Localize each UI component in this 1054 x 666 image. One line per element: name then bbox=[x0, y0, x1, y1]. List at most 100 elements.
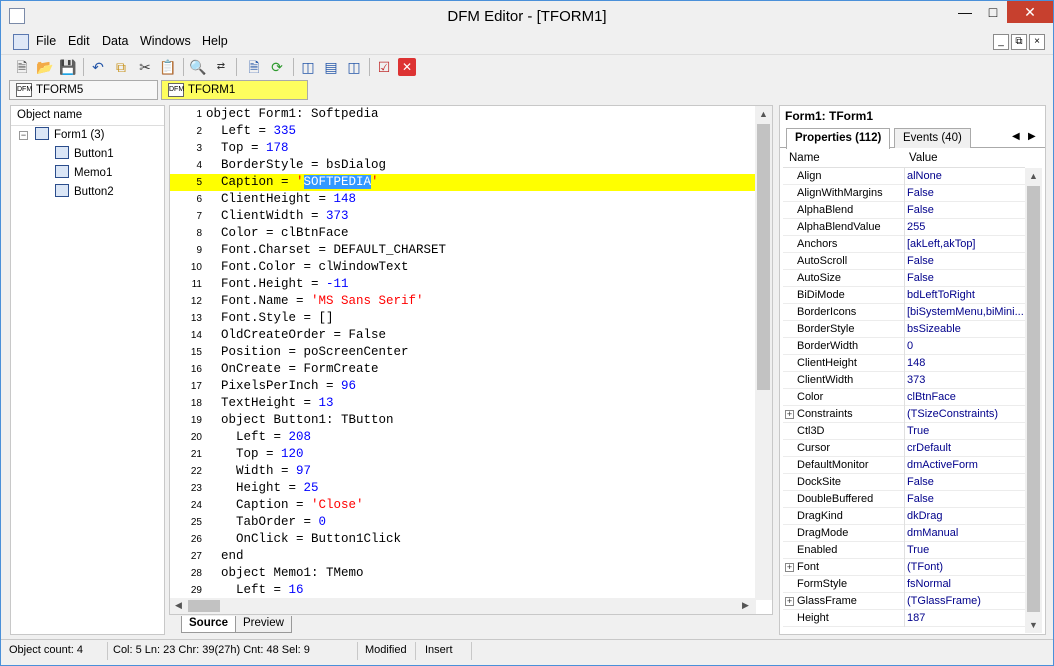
code-line[interactable]: 9 Font.Charset = DEFAULT_CHARSET bbox=[170, 242, 756, 259]
code-line[interactable]: 3 Top = 178 bbox=[170, 140, 756, 157]
code-line[interactable]: 20 Left = 208 bbox=[170, 429, 756, 446]
property-value[interactable]: 373 bbox=[907, 372, 1023, 389]
property-row[interactable]: BiDiMode bdLeftToRight bbox=[783, 287, 1025, 304]
menu-file[interactable]: File bbox=[36, 34, 56, 48]
scroll-thumb[interactable] bbox=[757, 124, 770, 390]
code-line[interactable]: 16 OnCreate = FormCreate bbox=[170, 361, 756, 378]
undo-icon[interactable]: ↶ bbox=[89, 58, 107, 76]
save-icon[interactable]: 💾 bbox=[59, 58, 77, 76]
mdi-child-icon[interactable] bbox=[13, 34, 29, 50]
open-icon[interactable]: 📂 bbox=[36, 58, 54, 76]
property-row[interactable]: AutoSize False bbox=[783, 270, 1025, 287]
preview-icon[interactable]: 🗎 bbox=[245, 58, 263, 76]
close-icon[interactable]: ✕ bbox=[1007, 1, 1053, 23]
property-value[interactable]: [biSystemMenu,biMini... bbox=[907, 304, 1023, 321]
property-value[interactable]: dkDrag bbox=[907, 508, 1023, 525]
code-line[interactable]: 17 PixelsPerInch = 96 bbox=[170, 378, 756, 395]
scroll-thumb[interactable] bbox=[188, 600, 220, 612]
code-line[interactable]: 24 Caption = 'Close' bbox=[170, 497, 756, 514]
property-row[interactable]: Height 187 bbox=[783, 610, 1025, 627]
property-value[interactable]: False bbox=[907, 185, 1023, 202]
property-value[interactable]: False bbox=[907, 270, 1023, 287]
scroll-up-icon[interactable]: ▲ bbox=[1029, 171, 1038, 181]
code-line[interactable]: 2 Left = 335 bbox=[170, 123, 756, 140]
replace-icon[interactable]: ⇄ bbox=[212, 58, 230, 76]
code-line[interactable]: 13 Font.Style = [] bbox=[170, 310, 756, 327]
property-row[interactable]: Anchors [akLeft,akTop] bbox=[783, 236, 1025, 253]
property-value[interactable]: dmManual bbox=[907, 525, 1023, 542]
property-value[interactable]: True bbox=[907, 423, 1023, 440]
cascade-icon[interactable]: ◫ bbox=[299, 58, 317, 76]
tree-item-button2[interactable]: Button2 bbox=[55, 183, 114, 202]
property-value[interactable]: False bbox=[907, 253, 1023, 270]
property-row[interactable]: + Constraints (TSizeConstraints) bbox=[783, 406, 1025, 423]
tab-source[interactable]: Source bbox=[181, 616, 236, 633]
property-row[interactable]: Color clBtnFace bbox=[783, 389, 1025, 406]
property-row[interactable]: Align alNone bbox=[783, 168, 1025, 185]
property-row[interactable]: FormStyle fsNormal bbox=[783, 576, 1025, 593]
code-line[interactable]: 4 BorderStyle = bsDialog bbox=[170, 157, 756, 174]
property-row[interactable]: ClientHeight 148 bbox=[783, 355, 1025, 372]
property-value[interactable]: crDefault bbox=[907, 440, 1023, 457]
doc-tab-tform1[interactable]: DFM TFORM1 bbox=[161, 80, 308, 100]
menu-data[interactable]: Data bbox=[102, 34, 128, 48]
editor-horizontal-scrollbar[interactable]: ◀ ▶ bbox=[170, 598, 756, 614]
code-line[interactable]: 23 Height = 25 bbox=[170, 480, 756, 497]
property-row[interactable]: Cursor crDefault bbox=[783, 440, 1025, 457]
property-value[interactable]: 255 bbox=[907, 219, 1023, 236]
tab-properties[interactable]: Properties (112) bbox=[786, 128, 891, 149]
code-line[interactable]: 11 Font.Height = -11 bbox=[170, 276, 756, 293]
code-line[interactable]: 14 OldCreateOrder = False bbox=[170, 327, 756, 344]
tab-events[interactable]: Events (40) bbox=[894, 128, 971, 148]
tree-item-form1[interactable]: Form1 (3) bbox=[35, 126, 104, 145]
doc-tab-tform5[interactable]: DFM TFORM5 bbox=[9, 80, 158, 100]
cut-icon[interactable]: ✂ bbox=[136, 58, 154, 76]
property-value[interactable]: 148 bbox=[907, 355, 1023, 372]
close-doc-icon[interactable]: ✕ bbox=[398, 58, 416, 76]
property-row[interactable]: BorderWidth 0 bbox=[783, 338, 1025, 355]
property-value[interactable]: (TGlassFrame) bbox=[907, 593, 1023, 610]
property-value[interactable]: 0 bbox=[907, 338, 1023, 355]
property-value[interactable]: False bbox=[907, 491, 1023, 508]
property-row[interactable]: Enabled True bbox=[783, 542, 1025, 559]
code-line[interactable]: 6 ClientHeight = 148 bbox=[170, 191, 756, 208]
code-line[interactable]: 22 Width = 97 bbox=[170, 463, 756, 480]
scroll-left-icon[interactable]: ◀ bbox=[175, 600, 182, 611]
expand-icon[interactable]: + bbox=[785, 597, 794, 606]
code-line[interactable]: 18 TextHeight = 13 bbox=[170, 395, 756, 412]
refresh-icon[interactable]: ⟳ bbox=[268, 58, 286, 76]
code-line[interactable]: 26 OnClick = Button1Click bbox=[170, 531, 756, 548]
code-line[interactable]: 29 Left = 16 bbox=[170, 582, 756, 599]
property-row[interactable]: AutoScroll False bbox=[783, 253, 1025, 270]
code-line[interactable]: 27 end bbox=[170, 548, 756, 565]
scroll-up-icon[interactable]: ▲ bbox=[759, 109, 768, 119]
code-line[interactable]: 7 ClientWidth = 373 bbox=[170, 208, 756, 225]
mdi-minimize-icon[interactable]: _ bbox=[993, 34, 1009, 50]
find-icon[interactable]: 🔍 bbox=[189, 58, 207, 76]
property-row[interactable]: ClientWidth 373 bbox=[783, 372, 1025, 389]
code-line[interactable]: 15 Position = poScreenCenter bbox=[170, 344, 756, 361]
property-row[interactable]: AlphaBlend False bbox=[783, 202, 1025, 219]
code-line[interactable]: 21 Top = 120 bbox=[170, 446, 756, 463]
maximize-icon[interactable]: □ bbox=[979, 1, 1007, 23]
property-value[interactable]: bsSizeable bbox=[907, 321, 1023, 338]
code-line[interactable]: 10 Font.Color = clWindowText bbox=[170, 259, 756, 276]
code-line[interactable]: 28 object Memo1: TMemo bbox=[170, 565, 756, 582]
menu-windows[interactable]: Windows bbox=[140, 34, 191, 48]
property-value[interactable]: dmActiveForm bbox=[907, 457, 1023, 474]
property-row[interactable]: BorderStyle bsSizeable bbox=[783, 321, 1025, 338]
property-value[interactable]: 187 bbox=[907, 610, 1023, 627]
property-value[interactable]: False bbox=[907, 202, 1023, 219]
property-row[interactable]: DragKind dkDrag bbox=[783, 508, 1025, 525]
code-editor[interactable]: 1 object Form1: Softpedia 2 Left = 335 3 To… bbox=[169, 105, 773, 615]
scroll-thumb[interactable] bbox=[1027, 186, 1040, 612]
new-icon[interactable]: 🗎 bbox=[13, 58, 31, 76]
paste-icon[interactable]: 📋 bbox=[159, 58, 177, 76]
property-value[interactable]: clBtnFace bbox=[907, 389, 1023, 406]
property-row[interactable]: DockSite False bbox=[783, 474, 1025, 491]
tree-collapse-icon[interactable]: − bbox=[19, 131, 28, 140]
property-value[interactable]: [akLeft,akTop] bbox=[907, 236, 1023, 253]
property-row[interactable]: DragMode dmManual bbox=[783, 525, 1025, 542]
property-row[interactable]: DoubleBuffered False bbox=[783, 491, 1025, 508]
tree-item-button1[interactable]: Button1 bbox=[55, 145, 114, 164]
